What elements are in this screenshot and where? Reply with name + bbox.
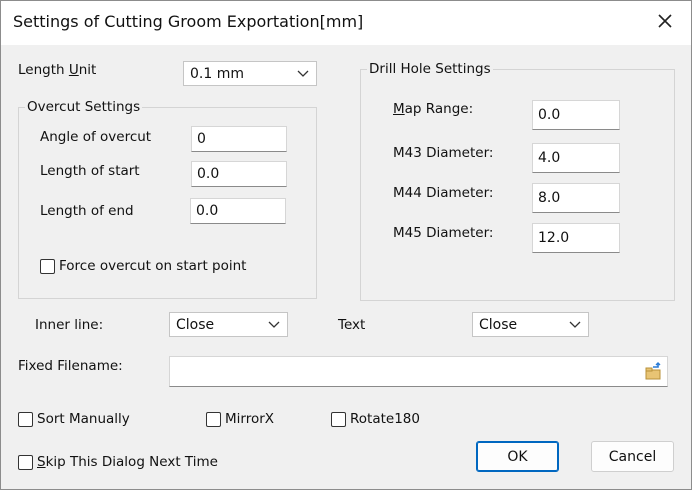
browse-folder-icon[interactable] xyxy=(643,362,663,382)
text-value: Close xyxy=(479,316,518,333)
length-of-start-label: Length of start xyxy=(40,163,140,179)
inner-line-select[interactable]: Close xyxy=(169,312,288,337)
length-unit-label: Length Unit xyxy=(18,62,97,78)
length-of-end-label: Length of end xyxy=(40,203,134,219)
m45-diameter-label: M45 Diameter: xyxy=(393,225,494,241)
length-of-end-input[interactable]: 0.0 xyxy=(190,198,286,224)
angle-of-overcut-label: Angle of overcut xyxy=(40,129,152,145)
text-select[interactable]: Close xyxy=(472,312,589,337)
inner-line-value: Close xyxy=(176,316,215,333)
cancel-button[interactable]: Cancel xyxy=(591,441,674,472)
chevron-down-icon xyxy=(297,70,309,77)
m45-diameter-input[interactable]: 12.0 xyxy=(532,223,620,253)
title-bar: Settings of Cutting Groom Exportation[mm… xyxy=(1,1,691,45)
drill-hole-settings-title: Drill Hole Settings xyxy=(367,61,493,77)
skip-dialog-label: Skip This Dialog Next Time xyxy=(37,454,218,470)
angle-of-overcut-input[interactable]: 0 xyxy=(191,126,287,152)
m44-diameter-input[interactable]: 8.0 xyxy=(532,183,620,213)
sort-manually-checkbox[interactable]: Sort Manually xyxy=(18,411,130,427)
text-label: Text xyxy=(338,317,366,333)
mirrorx-label: MirrorX xyxy=(225,411,275,427)
checkbox-box[interactable] xyxy=(18,454,33,470)
skip-dialog-checkbox[interactable]: Skip This Dialog Next Time xyxy=(18,454,218,470)
rotate180-label: Rotate180 xyxy=(350,411,420,427)
mirrorx-checkbox[interactable]: MirrorX xyxy=(206,411,274,427)
overcut-settings-title: Overcut Settings xyxy=(25,99,143,115)
map-range-input[interactable]: 0.0 xyxy=(532,100,620,130)
settings-dialog: Settings of Cutting Groom Exportation[mm… xyxy=(0,0,692,490)
checkbox-box[interactable] xyxy=(18,411,33,427)
map-range-label: Map Range: xyxy=(393,101,474,117)
m44-diameter-label: M44 Diameter: xyxy=(393,185,494,201)
rotate180-checkbox[interactable]: Rotate180 xyxy=(331,411,420,427)
force-overcut-label: Force overcut on start point xyxy=(59,258,247,274)
length-unit-select[interactable]: 0.1 mm xyxy=(183,61,317,86)
ok-button[interactable]: OK xyxy=(476,441,559,472)
inner-line-label: Inner line: xyxy=(35,317,104,333)
length-unit-value: 0.1 mm xyxy=(190,65,244,82)
checkbox-box[interactable] xyxy=(331,411,346,427)
m43-diameter-input[interactable]: 4.0 xyxy=(532,143,620,173)
dialog-title: Settings of Cutting Groom Exportation[mm… xyxy=(13,12,364,31)
fixed-filename-label: Fixed Filename: xyxy=(18,358,123,374)
force-overcut-checkbox[interactable]: Force overcut on start point xyxy=(40,258,246,274)
sort-manually-label: Sort Manually xyxy=(37,411,130,427)
checkbox-box[interactable] xyxy=(40,258,55,274)
m43-diameter-label: M43 Diameter: xyxy=(393,145,494,161)
chevron-down-icon xyxy=(569,321,581,328)
close-icon[interactable] xyxy=(653,9,677,33)
chevron-down-icon xyxy=(268,321,280,328)
length-of-start-input[interactable]: 0.0 xyxy=(191,161,287,187)
fixed-filename-input[interactable] xyxy=(169,356,668,387)
checkbox-box[interactable] xyxy=(206,411,221,427)
